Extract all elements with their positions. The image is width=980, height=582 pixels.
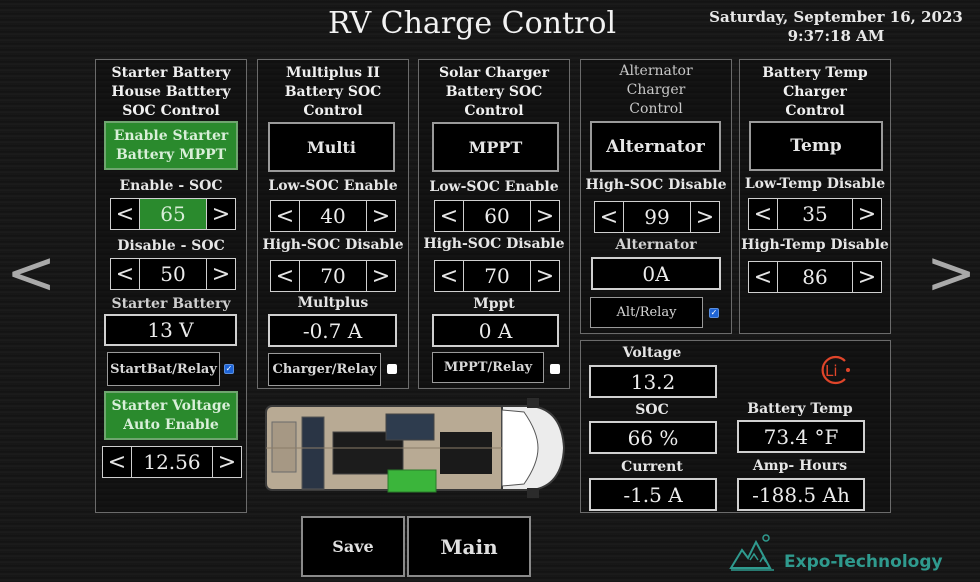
low-temp-label: Low-Temp Disable (744, 176, 886, 192)
alternator-high-value[interactable]: 99 (624, 201, 690, 233)
solar-high-value[interactable]: 70 (464, 260, 530, 292)
solar-high-decrement-button[interactable]: < (434, 260, 464, 292)
auto-voltage-stepper[interactable]: < 12.56 > (102, 446, 242, 478)
low-temp-increment-button[interactable]: > (852, 198, 882, 230)
multiplus-low-increment-button[interactable]: > (366, 200, 396, 232)
disable-soc-decrement-button[interactable]: < (110, 258, 140, 290)
enable-soc-label: Enable - SOC (119, 178, 223, 194)
startbat-relay-checkbox[interactable]: ✓ (224, 364, 234, 374)
amp-hours-value: -188.5 Ah (737, 478, 865, 511)
auto-voltage-value[interactable]: 12.56 (132, 446, 212, 478)
starter-battery-label: Starter Battery (111, 296, 231, 312)
charger-relay-button[interactable]: Charger/Relay (268, 353, 381, 386)
temp-panel-title: Battery Temp Charger Control (762, 65, 868, 119)
high-temp-increment-button[interactable]: > (852, 261, 882, 293)
enable-soc-increment-button[interactable]: > (206, 198, 236, 230)
high-temp-label: High-Temp Disable (741, 237, 889, 253)
alternator-high-increment-button[interactable]: > (690, 201, 720, 233)
solar-low-value[interactable]: 60 (464, 200, 530, 232)
multiplus-low-soc-label: Low-SOC Enable (268, 178, 398, 194)
starter-panel-title: Starter Battery House Batttery SOC Contr… (111, 65, 231, 119)
solar-high-soc-label: High-SOC Disable (423, 236, 565, 252)
enable-soc-value[interactable]: 65 (140, 198, 206, 230)
disable-soc-label: Disable - SOC (117, 238, 225, 254)
voltage-label: Voltage (622, 345, 682, 361)
high-temp-stepper[interactable]: < 86 > (748, 261, 882, 293)
alternator-button[interactable]: Alternator (590, 121, 721, 172)
multiplus-reading-value: -0.7 A (268, 314, 397, 347)
solar-low-soc-label: Low-SOC Enable (429, 179, 559, 195)
van-top-view-image (262, 392, 570, 504)
disable-soc-stepper[interactable]: < 50 > (110, 258, 236, 290)
mppt-button[interactable]: MPPT (432, 122, 559, 172)
mountain-logo-icon (728, 528, 778, 574)
solar-low-increment-button[interactable]: > (530, 200, 560, 232)
time-text: 9:37:18 AM (787, 27, 885, 45)
multiplus-high-increment-button[interactable]: > (366, 260, 396, 292)
multiplus-low-value[interactable]: 40 (300, 200, 366, 232)
solar-low-soc-stepper[interactable]: < 60 > (434, 200, 560, 232)
solar-low-decrement-button[interactable]: < (434, 200, 464, 232)
starter-voltage-auto-enable-button[interactable]: Starter Voltage Auto Enable (104, 391, 238, 440)
battery-temp-label: Battery Temp (747, 401, 853, 417)
lithium-battery-icon: Li (815, 353, 855, 387)
save-button[interactable]: Save (301, 516, 405, 577)
alternator-panel: Alternator Charger Control (580, 59, 732, 334)
battery-temp-value: 73.4 °F (737, 420, 865, 453)
brand-name: Expo-Technology (784, 552, 943, 572)
datetime: Saturday, September 16, 2023 9:37:18 AM (700, 8, 972, 46)
starter-battery-value: 13 V (104, 314, 237, 346)
alternator-high-decrement-button[interactable]: < (594, 201, 624, 233)
multiplus-high-value[interactable]: 70 (300, 260, 366, 292)
date-text: Saturday, September 16, 2023 (709, 8, 963, 26)
solar-panel-title: Solar Charger Battery SOC Control (439, 65, 549, 119)
enable-soc-decrement-button[interactable]: < (110, 198, 140, 230)
alternator-reading-value: 0A (591, 257, 721, 290)
high-temp-value[interactable]: 86 (778, 261, 852, 293)
alternator-high-soc-stepper[interactable]: < 99 > (594, 201, 720, 233)
alternator-reading-label: Alternator (615, 237, 697, 253)
alt-relay-button[interactable]: Alt/Relay (590, 297, 703, 328)
high-temp-decrement-button[interactable]: < (748, 261, 778, 293)
multi-button[interactable]: Multi (268, 122, 395, 172)
enable-soc-stepper[interactable]: < 65 > (110, 198, 236, 230)
current-value: -1.5 A (589, 478, 717, 511)
low-temp-decrement-button[interactable]: < (748, 198, 778, 230)
multiplus-high-decrement-button[interactable]: < (270, 260, 300, 292)
multiplus-high-soc-label: High-SOC Disable (262, 237, 404, 253)
alternator-panel-title: Alternator Charger Control (619, 63, 693, 117)
main-button[interactable]: Main (407, 516, 531, 577)
solar-high-soc-stepper[interactable]: < 70 > (434, 260, 560, 292)
lithium-logo-text: Li (825, 362, 838, 380)
solar-reading-label: Mppt (473, 296, 515, 312)
multiplus-low-soc-stepper[interactable]: < 40 > (270, 200, 396, 232)
low-temp-stepper[interactable]: < 35 > (748, 198, 882, 230)
startbat-relay-button[interactable]: StartBat/Relay (107, 352, 220, 386)
current-label: Current (621, 459, 683, 475)
chevron-right-icon[interactable]: > (926, 238, 976, 308)
multiplus-low-decrement-button[interactable]: < (270, 200, 300, 232)
chevron-left-icon[interactable]: < (6, 238, 56, 308)
low-temp-value[interactable]: 35 (778, 198, 852, 230)
solar-high-increment-button[interactable]: > (530, 260, 560, 292)
alt-relay-checkbox[interactable]: ✓ (709, 308, 719, 318)
multiplus-reading-label: Multplus (297, 295, 369, 311)
multiplus-high-soc-stepper[interactable]: < 70 > (270, 260, 396, 292)
amp-hours-label: Amp- Hours (752, 458, 848, 474)
auto-voltage-increment-button[interactable]: > (212, 446, 242, 478)
temp-button[interactable]: Temp (749, 121, 883, 171)
charger-relay-checkbox[interactable] (387, 364, 397, 374)
alternator-high-soc-label: High-SOC Disable (585, 177, 727, 193)
mppt-relay-checkbox[interactable] (550, 364, 560, 374)
solar-reading-value: 0 A (432, 314, 559, 347)
soc-value: 66 % (589, 421, 717, 454)
disable-soc-increment-button[interactable]: > (206, 258, 236, 290)
auto-voltage-decrement-button[interactable]: < (102, 446, 132, 478)
enable-starter-mppt-button[interactable]: Enable Starter Battery MPPT (104, 121, 238, 170)
soc-label: SOC (635, 402, 669, 418)
voltage-value: 13.2 (589, 365, 717, 398)
multiplus-panel-title: Multiplus II Battery SOC Control (284, 65, 382, 119)
disable-soc-value[interactable]: 50 (140, 258, 206, 290)
mppt-relay-button[interactable]: MPPT/Relay (432, 352, 544, 383)
